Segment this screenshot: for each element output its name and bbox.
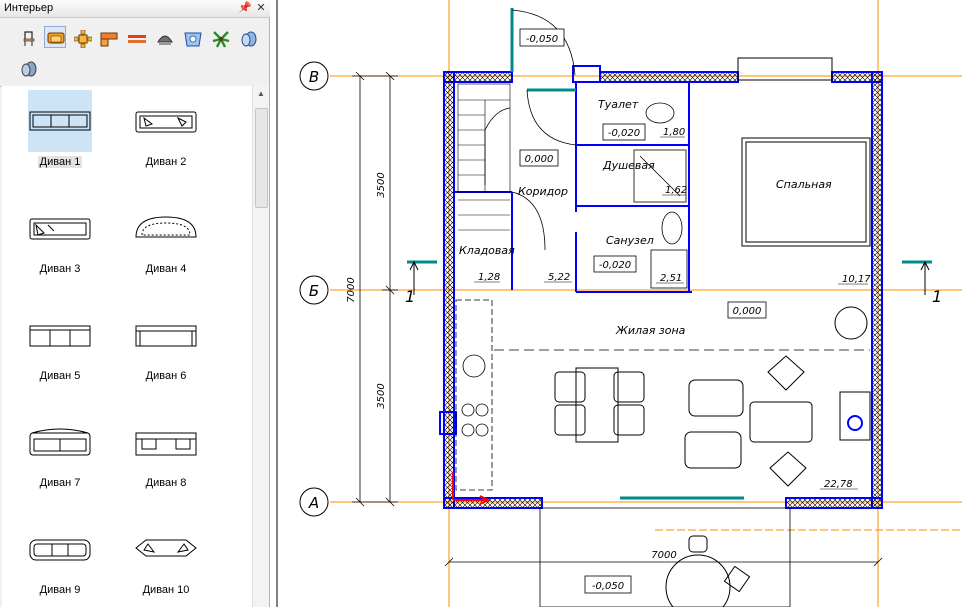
dim-7000: 7000	[346, 277, 357, 302]
room-toilet: Туалет	[598, 98, 639, 111]
level-wc: -0,020	[608, 128, 640, 139]
room-storage: Кладовая	[459, 244, 515, 257]
table-set-icon[interactable]	[72, 28, 94, 50]
sofa-item-5[interactable]: Диван 5	[6, 302, 110, 402]
pin-icon[interactable]: 📌	[238, 1, 252, 15]
entry-column	[572, 65, 601, 83]
bedroom-window	[737, 57, 833, 81]
dim-3500-bottom: 3500	[376, 383, 387, 408]
area-living: 22,78	[824, 479, 853, 490]
sofa-2-label: Диван 2	[145, 156, 187, 168]
dimension-lines	[352, 71, 883, 567]
sofa-item-7[interactable]: Диван 7	[6, 409, 110, 509]
axis-bubble-v: В	[299, 61, 329, 91]
room-bedroom: Спальная	[776, 178, 832, 191]
lamp-icon[interactable]	[154, 28, 176, 50]
sofa-4-label: Диван 4	[145, 263, 187, 275]
dim-7000-bottom: 7000	[651, 550, 676, 561]
shelf-icon[interactable]	[126, 28, 148, 50]
sofa-5-label: Диван 5	[39, 370, 81, 382]
area-storage: 1,28	[478, 272, 500, 283]
area-corridor: 5,22	[548, 272, 570, 283]
dim-3500-top: 3500	[376, 172, 387, 197]
scroll-up-icon[interactable]: ▲	[253, 86, 269, 102]
room-bathroom: Санузел	[606, 234, 654, 247]
misc-objects-icon[interactable]	[238, 28, 260, 50]
interior-partitions	[454, 82, 692, 293]
drawing-canvas[interactable]: В Б А 3500 7000 3500 7000 1 1 -0,050 -0,…	[271, 0, 962, 607]
sofa-2-thumbnail	[134, 90, 198, 152]
furniture-list: Диван 1 Диван 2 Диван 3 Диван 4 Диван 5 …	[2, 86, 252, 607]
sofa-9-label: Диван 9	[39, 584, 81, 596]
panel-title-bar: Интерьер 📌 ✕	[0, 0, 270, 18]
sofa-9-thumbnail	[28, 518, 92, 580]
area-shower: 1,62	[665, 185, 687, 196]
chair-icon[interactable]	[18, 28, 40, 50]
level-living: 0,000	[733, 306, 762, 317]
interior-panel: Интерьер 📌 ✕ Диван 1 Диван 2 Диван 3 Див…	[0, 0, 270, 607]
room-shower: Душевая	[602, 159, 655, 172]
sofa-item-4[interactable]: Диван 4	[112, 195, 216, 295]
sofa-6-thumbnail	[134, 304, 198, 366]
red-marker	[452, 472, 491, 505]
staircase	[457, 83, 511, 231]
sofa-5-thumbnail	[28, 304, 92, 366]
level-entry: -0,050	[526, 34, 558, 45]
area-bathroom: 2,51	[660, 273, 682, 284]
sofa-1-label: Диван 1	[37, 156, 83, 168]
area-bedroom: 10,17	[842, 274, 871, 285]
sofa-item-2[interactable]: Диван 2	[112, 88, 216, 188]
section-label-right: 1	[932, 287, 942, 306]
room-corridor: Коридор	[518, 185, 568, 198]
plant-icon[interactable]	[210, 28, 232, 50]
sofa-item-10[interactable]: Диван 10	[112, 516, 216, 607]
sofa-8-label: Диван 8	[145, 477, 187, 489]
sofa-3-label: Диван 3	[39, 263, 81, 275]
sofa-8-thumbnail	[134, 411, 198, 473]
sofa-10-thumbnail	[134, 518, 198, 580]
sofa-item-6[interactable]: Диван 6	[112, 302, 216, 402]
area-toilet: 1,80	[663, 127, 685, 138]
close-icon[interactable]: ✕	[254, 1, 268, 15]
sofa-10-label: Диван 10	[142, 584, 190, 596]
axis-bubble-b: Б	[299, 275, 329, 305]
bed	[741, 137, 871, 247]
list-scrollbar[interactable]: ▲	[252, 86, 269, 607]
axis-bubble-a: А	[299, 487, 329, 517]
sofa-3-thumbnail	[28, 197, 92, 259]
axis-lines	[330, 0, 962, 607]
level-porch: -0,050	[592, 581, 624, 592]
sofa-7-thumbnail	[28, 411, 92, 473]
axis-label-a: А	[308, 494, 319, 512]
level-bath: -0,020	[599, 260, 631, 271]
sofa-1-thumbnail	[28, 90, 92, 152]
room-living: Жилая зона	[615, 324, 686, 337]
3d-object-icon[interactable]	[18, 58, 40, 80]
sofa-7-label: Диван 7	[39, 477, 81, 489]
panel-title: Интерьер	[4, 2, 54, 14]
sofa-item-3[interactable]: Диван 3	[6, 195, 110, 295]
sofa-4-thumbnail	[134, 197, 198, 259]
sofa-item-9[interactable]: Диван 9	[6, 516, 110, 607]
axis-label-b: Б	[309, 282, 319, 300]
scrollbar-thumb[interactable]	[255, 108, 268, 208]
level-corridor: 0,000	[525, 154, 554, 165]
axis-label-v: В	[309, 68, 319, 86]
category-toolbar	[0, 20, 270, 87]
sofa-6-label: Диван 6	[145, 370, 187, 382]
sofa-item-8[interactable]: Диван 8	[112, 409, 216, 509]
kitchen-icon[interactable]	[98, 28, 120, 50]
sofa-item-1[interactable]: Диван 1	[6, 88, 110, 188]
bathroom-icon[interactable]	[182, 28, 204, 50]
sofa-icon[interactable]	[44, 26, 66, 48]
section-label-left: 1	[405, 287, 415, 306]
